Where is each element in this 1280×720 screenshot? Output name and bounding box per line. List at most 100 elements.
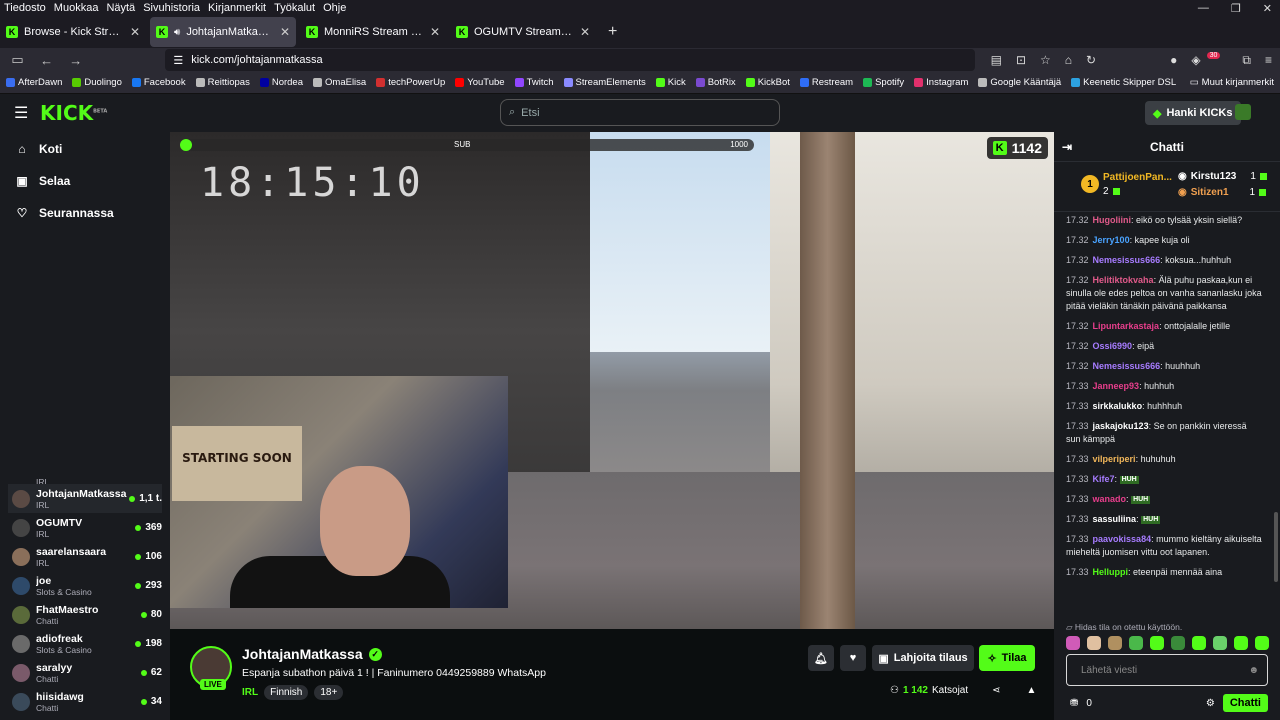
sidebar-nav-seurannassa[interactable]: ♡ Seurannassa: [0, 197, 170, 229]
sidebar-channel[interactable]: joe Slots & Casino 293: [8, 571, 162, 600]
bookmark-item[interactable]: Nordea: [259, 77, 303, 88]
chat-scrollbar[interactable]: [1274, 512, 1278, 582]
chat-username[interactable]: wanado: [1093, 494, 1127, 504]
bookmark-item[interactable]: Facebook: [131, 77, 186, 88]
sidebar-channel[interactable]: OGUMTV IRL 369: [8, 513, 162, 542]
sidebar-nav-koti[interactable]: ⌂ Koti: [0, 133, 170, 165]
reload-icon[interactable]: ↻: [1086, 53, 1096, 67]
forward-icon[interactable]: →: [66, 53, 85, 68]
bookmark-item[interactable]: Spotify: [863, 77, 904, 88]
sidebar-channel[interactable]: adiofreak Slots & Casino 198: [8, 629, 162, 658]
bookmark-item[interactable]: techPowerUp: [376, 77, 445, 88]
os-menu-item[interactable]: Tiedosto: [0, 2, 50, 14]
browser-tab[interactable]: K OGUMTV Stream - Watch Live c ✕: [450, 17, 596, 47]
os-menu-item[interactable]: Muokkaa: [50, 2, 103, 14]
os-menu-item[interactable]: Näytä: [102, 2, 139, 14]
emote-icon[interactable]: [1150, 636, 1164, 650]
tab-close-icon[interactable]: ✕: [580, 25, 590, 39]
emote-icon[interactable]: [1066, 636, 1080, 650]
bookmark-item[interactable]: Keenetic Skipper DSL: [1071, 77, 1176, 88]
bookmark-item[interactable]: Restream: [799, 77, 853, 88]
close-icon[interactable]: ✕: [1263, 2, 1272, 15]
chat-username[interactable]: Lipuntarkastaja: [1093, 321, 1160, 331]
chat-username[interactable]: sassuliina: [1093, 514, 1137, 524]
home-browser-icon[interactable]: ⌂: [1065, 53, 1072, 67]
emote-icon[interactable]: [1192, 636, 1206, 650]
chat-username[interactable]: paavokissa84: [1093, 534, 1152, 544]
speaker-icon[interactable]: 🔊︎: [174, 27, 180, 38]
sidebar-nav-selaa[interactable]: ▣ Selaa: [0, 165, 170, 197]
chat-username[interactable]: Helluppi: [1093, 567, 1129, 577]
page-info-icon[interactable]: ☰: [173, 54, 183, 67]
extension-icon[interactable]: ◈: [1191, 53, 1200, 67]
bookmark-item[interactable]: Twitch: [514, 77, 554, 88]
browser-tab[interactable]: K Browse - Kick Streaming ✕: [0, 17, 146, 47]
os-menu-item[interactable]: Työkalut: [270, 2, 319, 14]
chat-username[interactable]: Jerry100: [1093, 235, 1130, 245]
points-icon[interactable]: ⛃: [1070, 698, 1078, 709]
sidebar-channel[interactable]: saralyy Chatti 62: [8, 658, 162, 687]
os-menu-item[interactable]: Kirjanmerkit: [204, 2, 270, 14]
emote-icon[interactable]: [1129, 636, 1143, 650]
chat-username[interactable]: Nemesissus666: [1093, 255, 1161, 265]
collapse-chat-icon[interactable]: ⇥: [1062, 140, 1072, 154]
subscribe-button[interactable]: ✧ Tilaa: [979, 645, 1035, 671]
emote-icon[interactable]: [1234, 636, 1248, 650]
top-gifter[interactable]: PattijoenPan...: [1103, 172, 1172, 183]
emote-icon[interactable]: [1108, 636, 1122, 650]
screenshot-icon[interactable]: ⊡: [1016, 53, 1026, 67]
chat-send-button[interactable]: Chatti: [1222, 694, 1268, 712]
sidebar-channel[interactable]: hiisidawg Chatti 34: [8, 687, 162, 716]
chat-username[interactable]: vilperiperi: [1093, 454, 1136, 464]
chat-username[interactable]: Helitiktokvaha: [1093, 275, 1154, 285]
bookmark-item[interactable]: Reittiopas: [195, 77, 250, 88]
os-menu-item[interactable]: Sivuhistoria: [139, 2, 204, 14]
chat-username[interactable]: Ossi6990: [1093, 341, 1133, 351]
bookmark-item[interactable]: AfterDawn: [6, 77, 62, 88]
extensions-icon[interactable]: ⧉: [1242, 53, 1251, 68]
kick-logo[interactable]: KICKBETA: [40, 101, 107, 125]
bookmark-item[interactable]: YouTube: [455, 77, 505, 88]
bookmark-item[interactable]: OmaElisa: [313, 77, 366, 88]
menu-icon[interactable]: ≡: [1265, 53, 1272, 67]
account-icon[interactable]: ●: [1170, 53, 1177, 67]
emote-icon[interactable]: [1213, 636, 1227, 650]
maximize-icon[interactable]: ❐: [1231, 2, 1241, 15]
url-bar[interactable]: ☰ kick.com/johtajanmatkassa: [165, 49, 975, 71]
tab-close-icon[interactable]: ✕: [280, 25, 290, 39]
emote-icon[interactable]: [1171, 636, 1185, 650]
top-gifter[interactable]: ◉ Sitizen1 1: [1178, 187, 1267, 198]
sidebar-channel[interactable]: FhatMaestro Chatti 80: [8, 600, 162, 629]
report-icon[interactable]: ▲: [1027, 685, 1037, 696]
bookmark-star-icon[interactable]: ☆: [1040, 53, 1051, 67]
chat-username[interactable]: Nemesissus666: [1093, 361, 1161, 371]
bookmark-item[interactable]: Kick: [655, 77, 686, 88]
sidebar-toggle-icon[interactable]: ▭: [8, 52, 27, 68]
sidebar-channel[interactable]: JohtajanMatkassa IRL 1,1 t.: [8, 484, 162, 513]
chat-username[interactable]: Hugoliini: [1093, 215, 1132, 225]
os-menu-item[interactable]: Ohje: [319, 2, 350, 14]
sidebar-channel[interactable]: saarelansaara IRL 106: [8, 542, 162, 571]
bookmark-item[interactable]: Instagram: [914, 77, 968, 88]
streamer-name[interactable]: JohtajanMatkassa ✓: [242, 646, 382, 662]
user-avatar[interactable]: [1235, 104, 1251, 120]
video-player[interactable]: SUB 1000 18:15:10 K 1142 STARTING SOON: [170, 132, 1054, 629]
back-icon[interactable]: ←: [37, 53, 56, 68]
top-gifter[interactable]: ◉ Kirstu123 1: [1178, 171, 1267, 182]
bookmark-item[interactable]: KickBot: [745, 77, 790, 88]
emoji-icon[interactable]: ☻: [1248, 665, 1259, 676]
search-input[interactable]: ⌕ Etsi: [500, 99, 780, 126]
tab-close-icon[interactable]: ✕: [430, 25, 440, 39]
chat-username[interactable]: sirkkalukko: [1093, 401, 1143, 411]
other-bookmarks[interactable]: ▭ Muut kirjanmerkit: [1190, 77, 1274, 88]
tab-close-icon[interactable]: ✕: [130, 25, 140, 39]
get-kicks-button[interactable]: ◆ Hanki KICKs: [1145, 101, 1241, 125]
new-tab-icon[interactable]: +: [600, 23, 625, 41]
browser-tab[interactable]: K 🔊︎ JohtajanMatkassa Stream - ✕: [150, 17, 296, 47]
hamburger-menu-icon[interactable]: ☰: [14, 103, 28, 123]
chat-username[interactable]: Kife7: [1093, 474, 1115, 484]
bookmark-item[interactable]: BotRix: [695, 77, 736, 88]
bookmark-item[interactable]: Duolingo: [72, 77, 122, 88]
reader-icon[interactable]: ▤: [991, 53, 1002, 67]
bookmark-item[interactable]: Google Kääntäjä: [978, 77, 1061, 88]
